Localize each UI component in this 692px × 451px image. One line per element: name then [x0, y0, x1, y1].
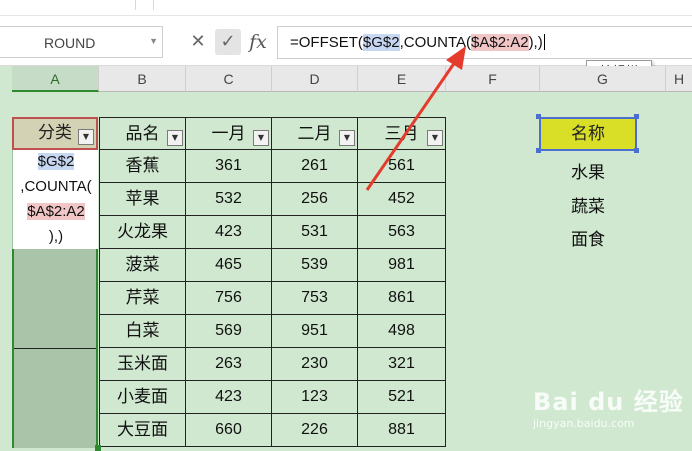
watermark-brand: Bai du 经验: [533, 388, 684, 416]
watermark-url: jingyan.baidu.com: [533, 417, 635, 430]
watermark: Bai du 经验 jingyan.baidu.com: [533, 382, 684, 430]
